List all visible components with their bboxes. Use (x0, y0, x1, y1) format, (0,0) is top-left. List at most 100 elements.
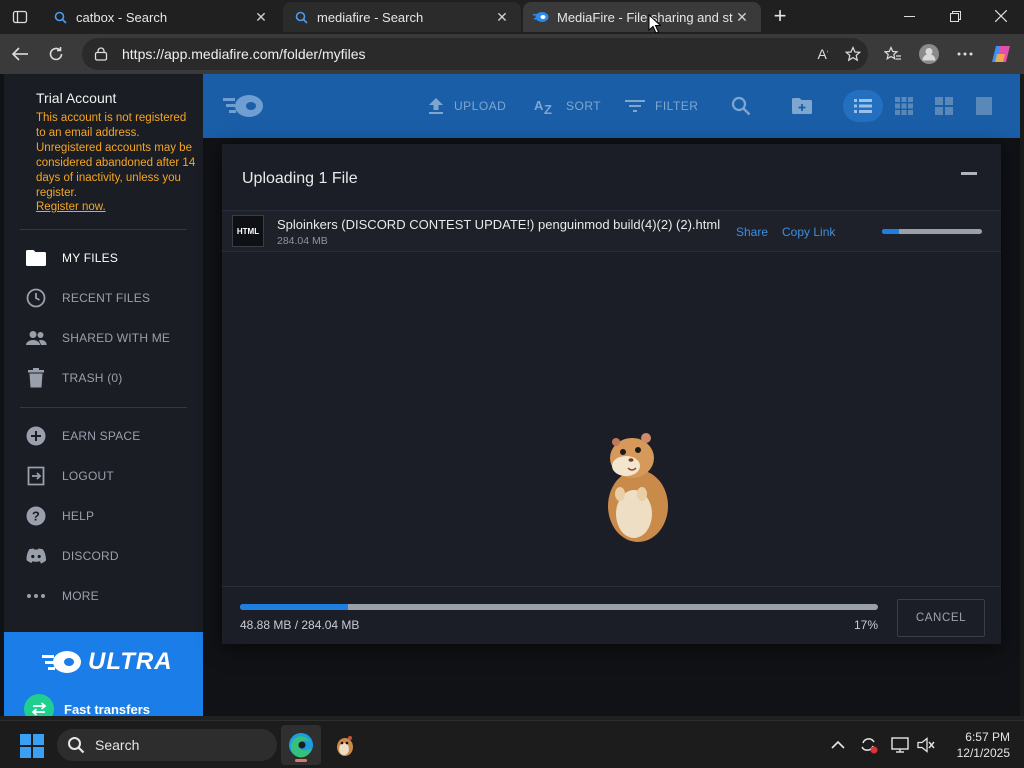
help-icon: ? (24, 504, 48, 528)
sidebar-item-more[interactable]: MORE (24, 584, 99, 608)
close-tab-icon[interactable]: ✕ (493, 8, 511, 26)
total-progress-fill (240, 604, 349, 610)
ultra-feature: Fast transfers (24, 694, 150, 716)
transferred-amount: 48.88 MB / 284.04 MB (240, 618, 360, 632)
filter-label: FILTER (655, 99, 699, 113)
sidebar-item-help[interactable]: ? HELP (24, 504, 94, 528)
back-arrow-icon[interactable] (6, 41, 34, 67)
progress-percent: 17% (853, 618, 878, 632)
close-tab-icon[interactable]: ✕ (733, 8, 751, 26)
display-icon[interactable] (888, 733, 912, 757)
sync-status-icon[interactable] (857, 733, 881, 757)
active-app-indicator (295, 759, 307, 762)
profile-avatar-icon[interactable] (914, 40, 944, 68)
sidebar-item-logout[interactable]: LOGOUT (24, 464, 114, 488)
clock-icon (24, 286, 48, 310)
clock-time: 6:57 PM (965, 730, 1010, 744)
mediafire-logo-icon[interactable] (221, 92, 265, 125)
mediafire-logo-icon (42, 651, 81, 673)
tab-actions-icon[interactable] (8, 6, 32, 28)
copilot-icon[interactable] (986, 40, 1016, 68)
restore-window-button[interactable] (932, 0, 978, 32)
refresh-icon[interactable] (42, 41, 70, 67)
upload-dialog-title: Uploading 1 File (242, 170, 358, 187)
taskbar-clock[interactable]: 6:57 PM 12/1/2025 (940, 729, 1010, 761)
sidebar-item-shared[interactable]: SHARED WITH ME (24, 326, 170, 350)
sidebar-divider (20, 229, 187, 230)
list-view-icon (854, 99, 872, 113)
share-link[interactable]: Share (736, 225, 768, 239)
minimize-window-button[interactable] (886, 0, 932, 32)
address-bar[interactable]: https://app.mediafire.com/folder/myfiles… (82, 38, 868, 70)
mediafire-icon (533, 9, 549, 25)
search-icon (293, 9, 309, 25)
sort-button[interactable]: AZ SORT (534, 94, 601, 118)
logout-icon (24, 464, 48, 488)
sidebar: Trial Account This account is not regist… (4, 74, 203, 716)
tab-mediafire-search[interactable]: mediafire - Search ✕ (283, 2, 521, 32)
more-options-icon[interactable] (950, 40, 980, 68)
register-link[interactable]: Register now. (36, 201, 106, 213)
copy-link[interactable]: Copy Link (782, 225, 835, 239)
more-icon (24, 584, 48, 608)
grid-large-view-icon[interactable] (932, 94, 956, 118)
list-view-button[interactable] (843, 90, 883, 122)
upload-file-size: 284.04 MB (277, 235, 328, 247)
sidebar-item-earn-space[interactable]: EARN SPACE (24, 424, 140, 448)
cancel-upload-button[interactable]: CANCEL (897, 599, 985, 637)
mediafire-page: Trial Account This account is not regist… (0, 74, 1020, 716)
page-scrollbar[interactable] (1020, 74, 1024, 716)
read-aloud-icon[interactable]: Aʼ (808, 42, 838, 66)
search-icon (68, 737, 85, 754)
ultra-promo[interactable]: ULTRA Fast transfers (4, 632, 203, 716)
upload-file-row: HTML Sploinkers (DISCORD CONTEST UPDATE!… (222, 210, 1001, 252)
discord-icon (24, 544, 48, 568)
upload-dialog-footer: 48.88 MB / 284.04 MB 17% CANCEL (222, 586, 1001, 644)
sidebar-item-recent-files[interactable]: RECENT FILES (24, 286, 150, 310)
new-tab-button[interactable]: + (768, 3, 792, 28)
windows-taskbar: Search 6:57 PM 12/1/2025 (0, 720, 1024, 768)
search-icon (52, 9, 68, 25)
tab-title: MediaFire - File sharing and stora (557, 9, 733, 25)
sidebar-item-my-files[interactable]: MY FILES (24, 246, 118, 270)
plus-circle-icon (24, 424, 48, 448)
site-info-lock-icon[interactable] (92, 45, 110, 63)
tab-catbox-search[interactable]: catbox - Search ✕ (42, 2, 280, 32)
upload-button[interactable]: UPLOAD (428, 94, 506, 118)
favorites-icon[interactable] (878, 40, 908, 68)
sidebar-item-label: LOGOUT (62, 469, 114, 483)
svg-text:?: ? (32, 509, 40, 524)
close-window-button[interactable] (978, 0, 1024, 32)
close-tab-icon[interactable]: ✕ (252, 8, 270, 26)
clock-date: 12/1/2025 (956, 746, 1010, 760)
tab-mediafire-active[interactable]: MediaFire - File sharing and stora ✕ (523, 2, 761, 32)
volume-muted-icon[interactable] (914, 733, 938, 757)
sidebar-item-label: SHARED WITH ME (62, 331, 171, 345)
edge-browser-icon[interactable] (281, 725, 321, 765)
sidebar-divider (20, 407, 187, 408)
ultra-brand: ULTRA (88, 648, 173, 675)
new-folder-icon[interactable] (790, 94, 814, 118)
file-progress-bar (882, 229, 982, 234)
hamster-image (608, 433, 668, 542)
sidebar-item-discord[interactable]: DISCORD (24, 544, 119, 568)
upload-file-name: Sploinkers (DISCORD CONTEST UPDATE!) pen… (277, 217, 721, 232)
sidebar-item-label: TRASH (0) (62, 371, 123, 385)
svg-text:Z: Z (544, 102, 552, 115)
sidebar-item-label: HELP (62, 509, 95, 523)
filter-button[interactable]: FILTER (625, 94, 698, 118)
browser-toolbar: https://app.mediafire.com/folder/myfiles… (0, 34, 1024, 74)
sidebar-item-trash[interactable]: TRASH (0) (24, 366, 122, 390)
windows-start-icon[interactable] (20, 734, 44, 758)
grid-small-view-icon[interactable] (892, 94, 916, 118)
single-view-icon[interactable] (972, 94, 996, 118)
mouse-cursor-icon (648, 14, 662, 34)
search-icon[interactable] (729, 94, 753, 118)
pinned-app-icon[interactable] (325, 725, 365, 765)
upload-dialog: Uploading 1 File HTML Sploinkers (DISCOR… (222, 144, 1001, 644)
show-hidden-icons-chevron-icon[interactable] (826, 733, 850, 757)
tab-title: catbox - Search (76, 9, 168, 25)
favorite-star-icon[interactable] (838, 42, 868, 66)
taskbar-search[interactable]: Search (57, 729, 277, 761)
minimize-dialog-icon[interactable] (961, 172, 977, 175)
